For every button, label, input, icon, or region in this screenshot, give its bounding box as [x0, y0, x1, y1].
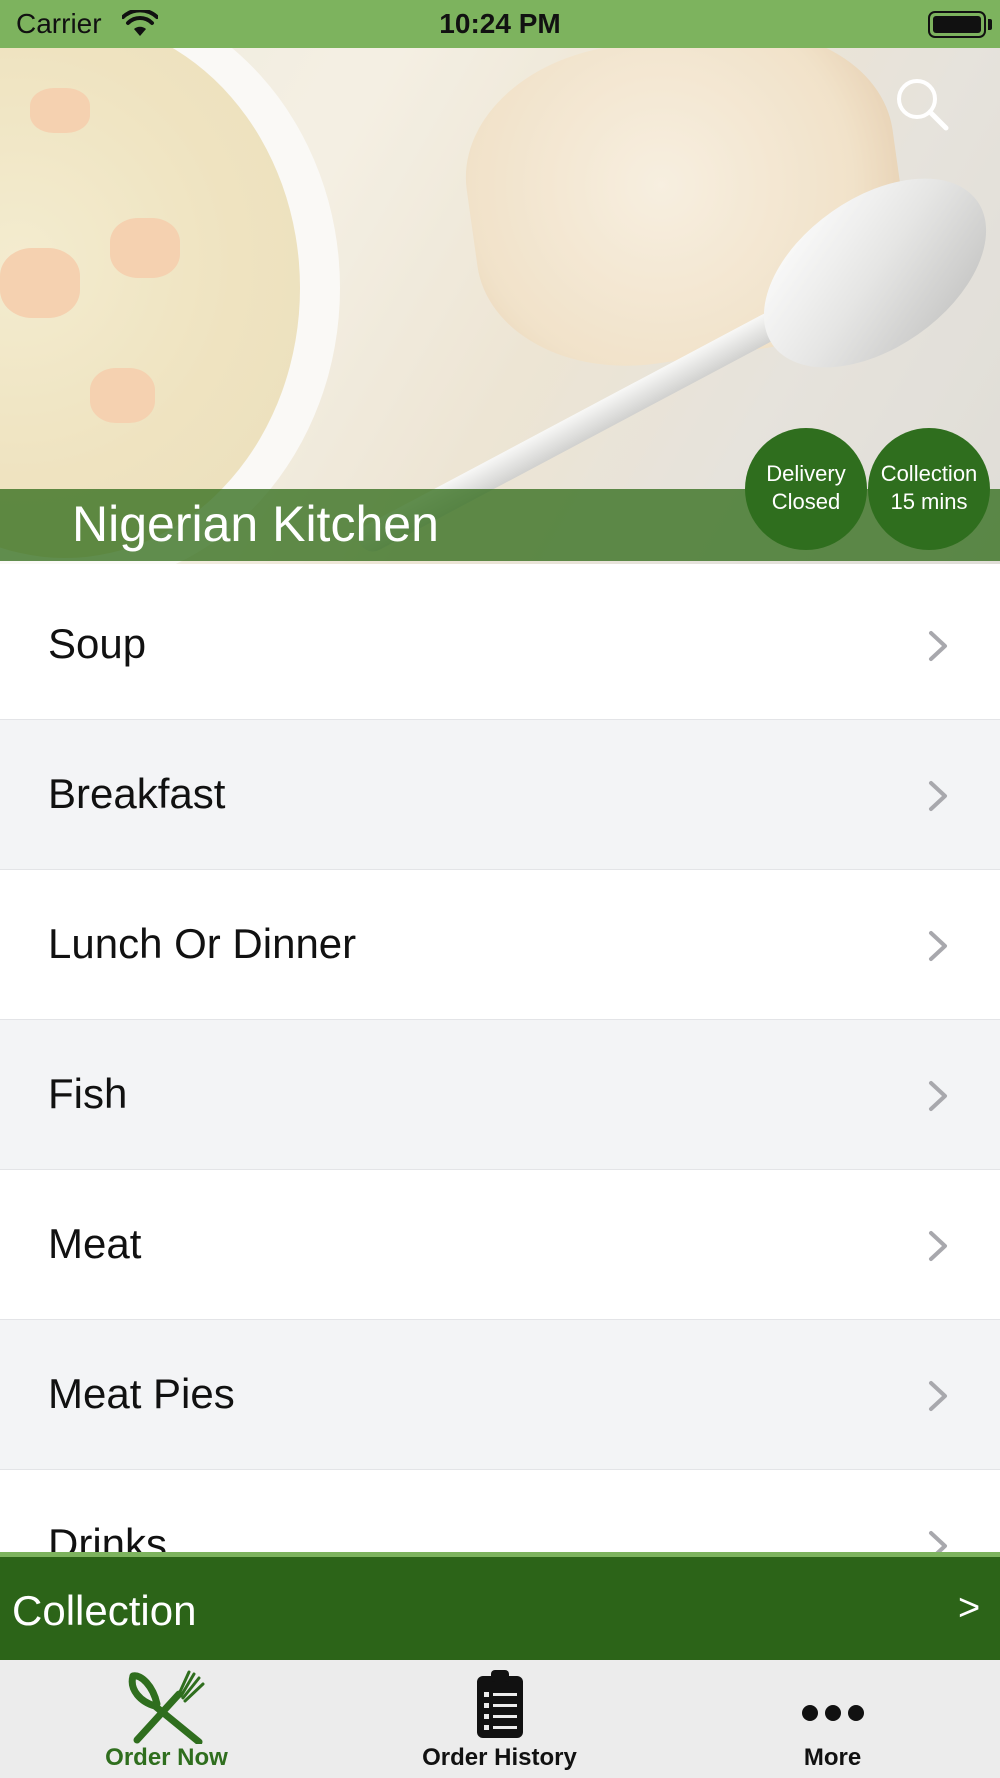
tab-more[interactable]: More [666, 1660, 999, 1778]
search-icon[interactable] [892, 74, 952, 134]
collection-status-badge: Collection 15 mins [868, 428, 990, 550]
status-bar: Carrier 10:24 PM [0, 0, 1000, 48]
chevron-right-icon [929, 1381, 947, 1411]
delivery-badge-status: Closed [771, 489, 841, 514]
tab-label: Order History [422, 1744, 577, 1771]
menu-item-label: Meat [48, 1220, 142, 1267]
menu-item-label: Breakfast [48, 770, 226, 817]
chevron-right-icon [929, 931, 947, 961]
collection-badge-time: 15 mins [890, 489, 968, 514]
menu-item-soup[interactable]: Soup [0, 570, 1000, 720]
order-mode-arrow: > [958, 1587, 981, 1629]
menu-item-fish[interactable]: Fish [0, 1020, 1000, 1170]
tab-label: More [803, 1744, 862, 1771]
chevron-right-icon [929, 781, 947, 811]
chevron-right-icon [929, 1231, 947, 1261]
tab-order-now[interactable]: Order Now [0, 1660, 333, 1778]
order-mode-label: Collection [12, 1587, 197, 1634]
restaurant-name: Nigerian Kitchen [72, 496, 439, 552]
menu-category-list: Soup Breakfast Lunch Or Dinner Fish Meat… [0, 570, 1000, 1620]
chevron-right-icon [929, 1081, 947, 1111]
order-mode-bar[interactable]: Collection > [0, 1552, 1000, 1660]
menu-item-label: Fish [48, 1070, 128, 1117]
menu-item-label: Lunch Or Dinner [48, 920, 357, 967]
delivery-badge-title: Delivery [766, 461, 846, 486]
menu-item-breakfast[interactable]: Breakfast [0, 720, 1000, 870]
battery-icon [928, 11, 986, 38]
menu-item-meat[interactable]: Meat [0, 1170, 1000, 1320]
fork-knife-icon [128, 1670, 204, 1744]
status-time: 10:24 PM [439, 8, 561, 39]
menu-item-label: Meat Pies [48, 1370, 235, 1417]
menu-item-label: Soup [48, 620, 147, 667]
menu-item-meat-pies[interactable]: Meat Pies [0, 1320, 1000, 1470]
more-dots-icon [801, 1705, 864, 1721]
menu-item-lunch-or-dinner[interactable]: Lunch Or Dinner [0, 870, 1000, 1020]
chevron-right-icon [929, 631, 947, 661]
clipboard-icon [476, 1670, 523, 1738]
tab-order-history[interactable]: Order History [333, 1660, 666, 1778]
collection-badge-title: Collection [880, 461, 978, 486]
tab-label: Order Now [105, 1744, 228, 1771]
delivery-status-badge: Delivery Closed [745, 428, 867, 550]
tab-bar: Order Now Order History More [0, 1660, 1000, 1778]
